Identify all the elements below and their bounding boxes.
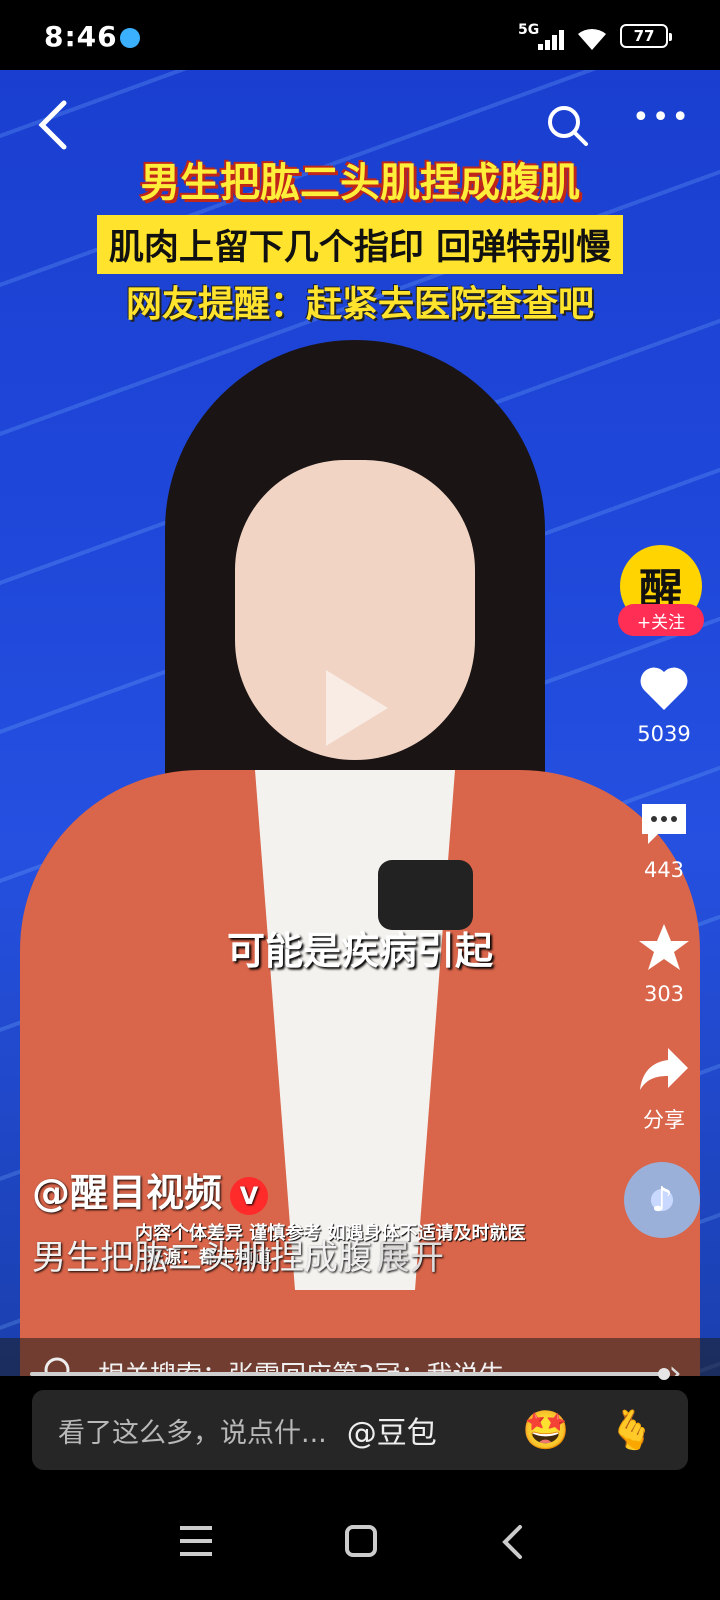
headline-1: 男生把肱二头肌捏成腹肌 — [140, 160, 580, 206]
mention-doubao[interactable]: @豆包 — [347, 1408, 437, 1452]
battery-level: 77 — [633, 27, 655, 45]
favorite-button[interactable]: 303 — [620, 920, 708, 1006]
progress-fill — [30, 1372, 664, 1376]
search-button[interactable] — [546, 104, 590, 152]
emoji-finger-heart-icon[interactable]: 🫰 — [608, 1408, 655, 1453]
video-subtitle: 可能是疾病引起 — [226, 929, 493, 973]
menu-icon — [180, 1526, 212, 1556]
search-icon — [548, 106, 588, 146]
music-disc-button[interactable]: ♪ — [624, 1162, 700, 1238]
back-button[interactable] — [38, 100, 68, 159]
status-time: 8:46 — [44, 20, 118, 53]
home-button[interactable] — [344, 1524, 378, 1562]
home-square-icon — [345, 1525, 377, 1557]
comment-count: 443 — [643, 858, 685, 882]
heart-icon — [640, 667, 688, 710]
signal-icon — [538, 28, 568, 50]
network-type: 5G — [518, 22, 540, 38]
author-name-text: @醒目视频 — [32, 1171, 223, 1215]
status-bar: 8:46 5G 77 — [0, 0, 720, 70]
emoji-star-eyes-icon[interactable]: 🤩 — [522, 1408, 569, 1453]
follow-button[interactable]: +关注 — [618, 604, 704, 636]
comment-button[interactable]: 443 — [620, 796, 708, 882]
app-notification-icon — [120, 28, 140, 48]
system-nav-bar — [0, 1478, 720, 1600]
like-count: 5039 — [637, 722, 691, 746]
share-label: 分享 — [643, 1108, 685, 1132]
back-icon — [38, 100, 67, 150]
comment-icon — [642, 804, 686, 844]
music-note-icon: ♪ — [651, 1180, 673, 1220]
comment-input[interactable]: 看了这么多，说点什... @豆包 🤩 🫰 — [32, 1390, 688, 1470]
chevron-right-icon: › — [668, 1353, 682, 1376]
wifi-icon — [578, 28, 606, 50]
like-button[interactable]: 5039 — [620, 660, 708, 746]
nav-back-button[interactable] — [500, 1524, 524, 1564]
favorite-count: 303 — [643, 982, 685, 1006]
video-player[interactable]: 男生把肱二头肌捏成腹肌 肌肉上留下几个指印 回弹特别慢 网友提醒：赶紧去医院查查… — [0, 70, 720, 1376]
headline-2-text: 肌肉上留下几个指印 回弹特别慢 — [96, 215, 624, 274]
recents-button[interactable] — [178, 1524, 214, 1562]
progress-handle[interactable] — [657, 1368, 670, 1380]
related-search-bar[interactable]: 相关搜索：张雪回应第3冠：我说牛... › — [0, 1338, 720, 1376]
expand-link[interactable]: 展开 — [376, 1238, 444, 1278]
author-name[interactable]: @醒目视频 V — [32, 1162, 269, 1217]
headline-3: 网友提醒：赶紧去医院查查吧 — [125, 284, 594, 325]
verified-badge-icon: V — [230, 1176, 269, 1215]
comment-placeholder: 看了这么多，说点什... — [58, 1417, 327, 1449]
back-icon — [502, 1525, 522, 1559]
headline-2: 肌肉上留下几个指印 回弹特别慢 — [0, 215, 720, 274]
action-rail: 醒 +关注 5039 443 303 分享 ♪ — [618, 70, 720, 1376]
share-button[interactable]: 分享 — [620, 1042, 708, 1134]
share-icon — [640, 1048, 688, 1090]
star-icon — [639, 924, 689, 970]
description-text: 男生把肱二头肌捏成腹 — [32, 1238, 372, 1278]
play-button[interactable] — [326, 670, 388, 746]
playback-progress[interactable] — [30, 1368, 670, 1380]
battery-icon: 77 — [620, 24, 672, 48]
video-description[interactable]: 男生把肱二头肌捏成腹 展开 — [32, 1230, 444, 1279]
